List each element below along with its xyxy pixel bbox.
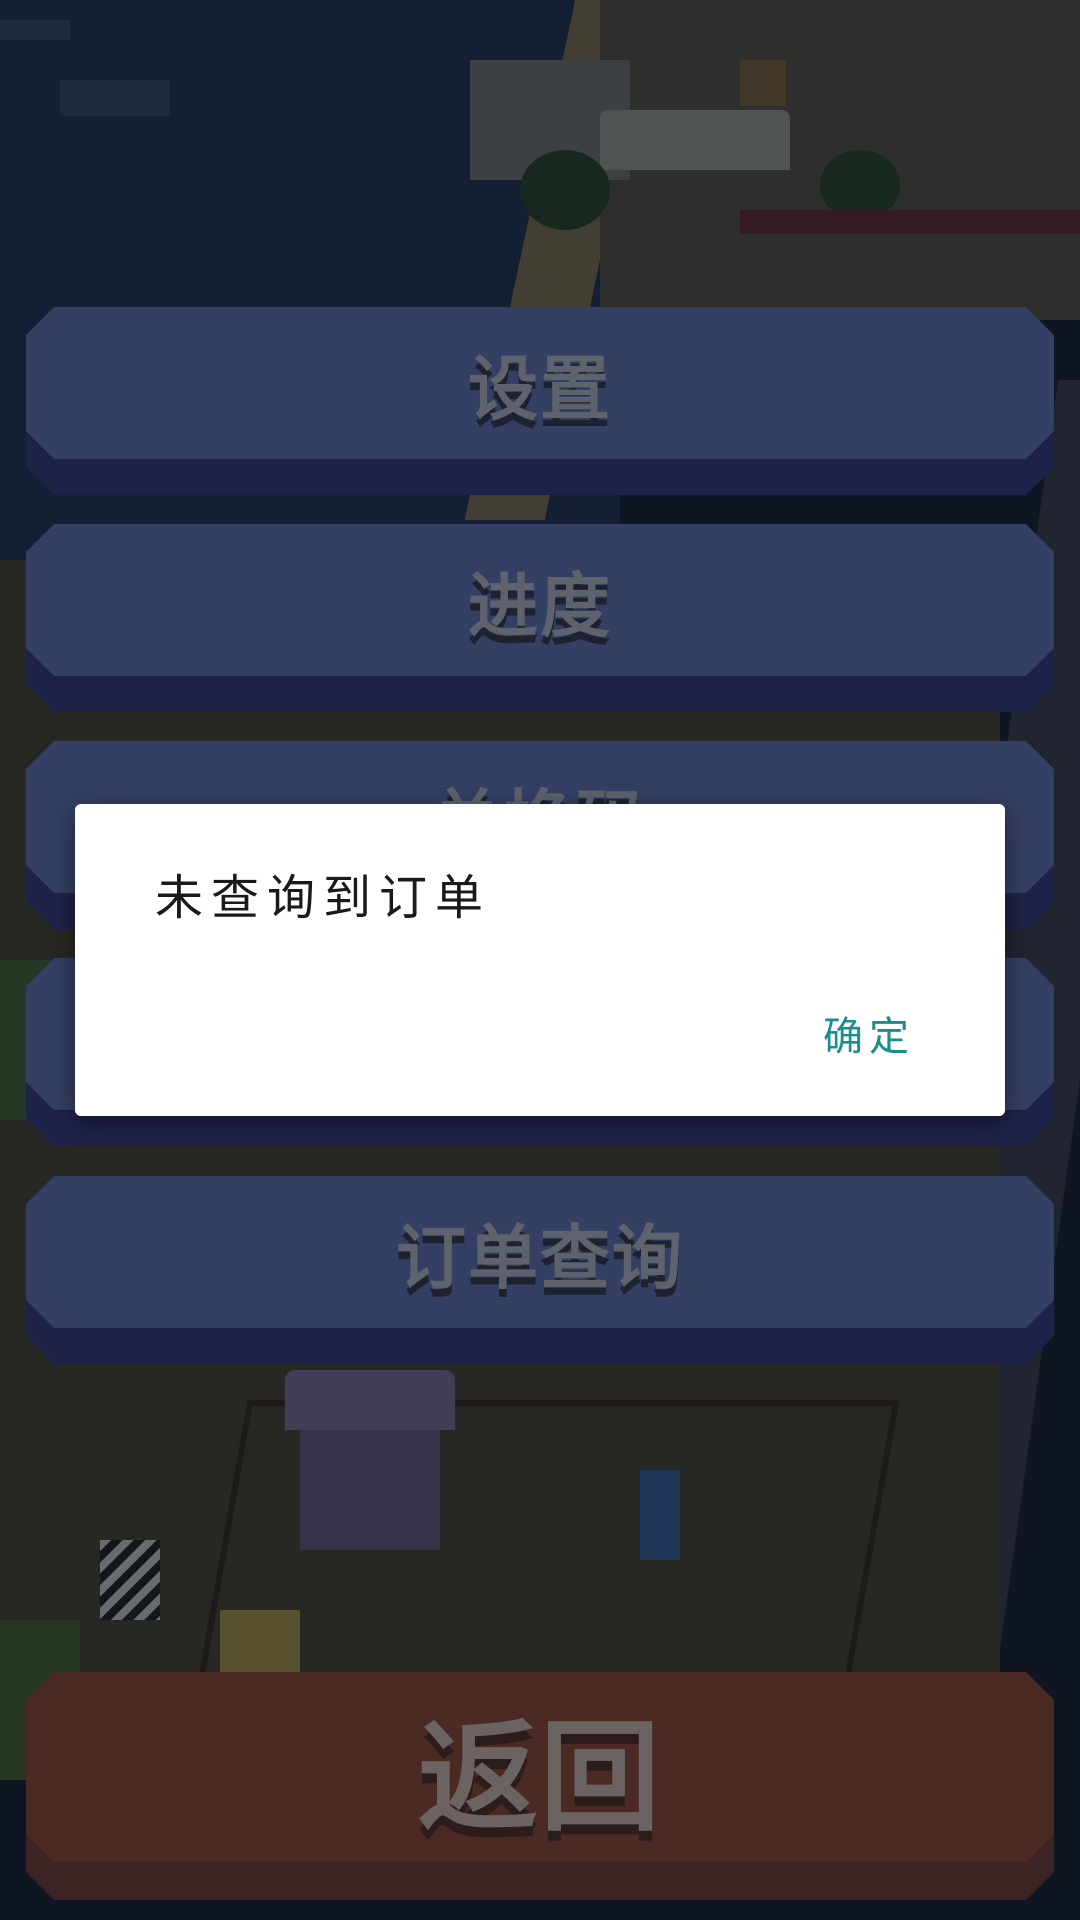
alert-dialog: 未查询到订单 确定 [75, 804, 1005, 1116]
back-button[interactable]: 返回 [26, 1672, 1054, 1900]
settings-button[interactable]: 设置 [26, 307, 1054, 495]
back-button-label: 返回 [418, 1709, 662, 1848]
progress-button-label: 进度 [468, 564, 612, 647]
progress-button[interactable]: 进度 [26, 524, 1054, 712]
confirm-button[interactable]: 确定 [823, 1004, 915, 1062]
order-query-button-label: 订单查询 [396, 1216, 684, 1299]
settings-button-label: 设置 [468, 347, 612, 430]
dialog-message: 未查询到订单 [155, 870, 492, 926]
order-query-button[interactable]: 订单查询 [26, 1176, 1054, 1364]
